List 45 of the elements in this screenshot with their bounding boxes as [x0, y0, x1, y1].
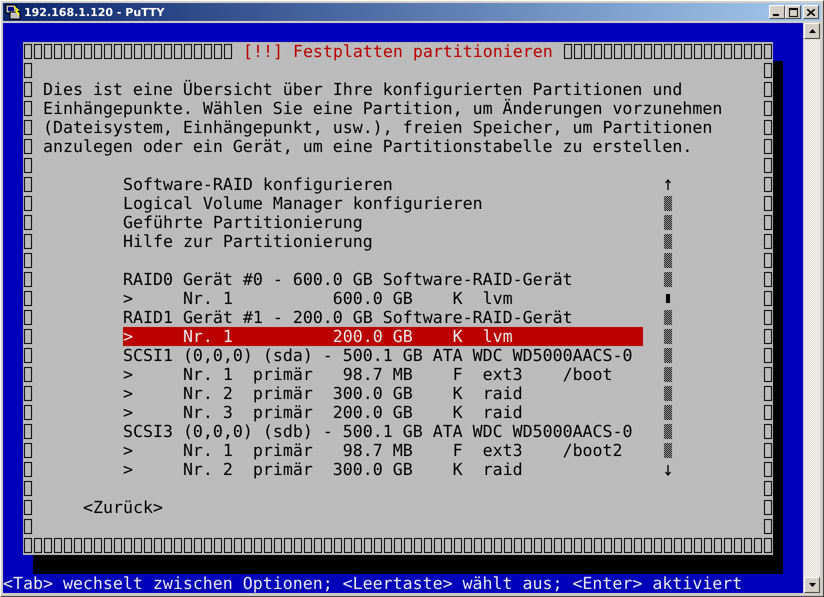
partition-row[interactable]: > Nr. 1 600.0 GB K lvm	[123, 289, 643, 308]
scrollbar-thumb	[666, 294, 670, 303]
shade-block	[664, 329, 672, 344]
shade-block	[664, 234, 672, 249]
device-entry[interactable]: SCSI3 (0,0,0) (sdb) - 500.1 GB ATA WDC WD5000AACS-0	[123, 422, 643, 441]
shade-block	[664, 196, 672, 211]
back-button[interactable]: <Zurück>	[83, 498, 163, 517]
shade-block	[664, 215, 672, 230]
close-icon	[807, 8, 815, 16]
shade-block	[664, 348, 672, 363]
shade-block	[664, 367, 672, 382]
window-scrollbar[interactable]	[804, 23, 820, 593]
partition-row[interactable]: > Nr. 1 primär 98.7 MB F ext3 /boot	[123, 365, 643, 384]
computer-icon	[5, 4, 21, 20]
maximize-icon	[788, 8, 798, 16]
shade-block	[664, 253, 672, 268]
menu-item[interactable]: Geführte Partitionierung	[123, 213, 643, 232]
device-entry[interactable]: RAID1 Gerät #1 - 200.0 GB Software-RAID-Gerät	[123, 308, 643, 327]
up-triangle-icon	[808, 29, 816, 33]
partition-row[interactable]: > Nr. 2 primär 300.0 GB K raid	[123, 384, 643, 403]
shade-block	[664, 386, 672, 401]
scroll-up-button[interactable]	[804, 23, 820, 39]
minimize-button[interactable]	[769, 5, 785, 19]
close-button[interactable]	[803, 5, 819, 19]
shade-block	[664, 272, 672, 287]
menu-item[interactable]: Software-RAID konfigurieren	[123, 175, 643, 194]
menu-item[interactable]: Logical Volume Manager konfigurieren	[123, 194, 643, 213]
partition-row[interactable]: > Nr. 3 primär 200.0 GB K raid	[123, 403, 643, 422]
dialog-title: [!!] Festplatten partitionieren	[243, 42, 553, 61]
shade-block	[664, 310, 672, 325]
shade-block	[664, 424, 672, 439]
down-triangle-icon	[808, 583, 816, 587]
device-entry[interactable]: SCSI1 (0,0,0) (sda) - 500.1 GB ATA WDC WD5000AACS-0	[123, 346, 643, 365]
partition-row[interactable]: > Nr. 1 200.0 GB K lvm	[123, 327, 643, 346]
shade-block	[664, 443, 672, 458]
partition-row[interactable]: > Nr. 2 primär 300.0 GB K raid	[123, 460, 643, 479]
description-text: Dies ist eine Übersicht über Ihre konfigurierten Partitionen und Einhängepunkte. Wählen Sie eine Partition, um Änderungen vorzunehmen (Dateisystem, Einhängepunkt, usw.), freien Speicher, um Partitionen anzulegen oder ein Gerät, um eine Partitionstabelle zu erstellen.	[43, 80, 724, 156]
device-entry[interactable]: RAID0 Gerät #0 - 600.0 GB Software-RAID-Gerät	[123, 270, 643, 289]
window-title: 192.168.1.120 - PuTTY	[24, 6, 164, 18]
menu-item[interactable]: Hilfe zur Partitionierung	[123, 232, 643, 251]
maximize-button[interactable]	[785, 5, 801, 19]
scroll-down-button[interactable]	[804, 577, 820, 593]
shade-block	[664, 405, 672, 420]
partition-row[interactable]: > Nr. 1 primär 98.7 MB F ext3 /boot2	[123, 441, 643, 460]
status-line: <Tab> wechselt zwischen Optionen; <Leertaste> wählt aus; <Enter> aktiviert	[3, 574, 744, 593]
